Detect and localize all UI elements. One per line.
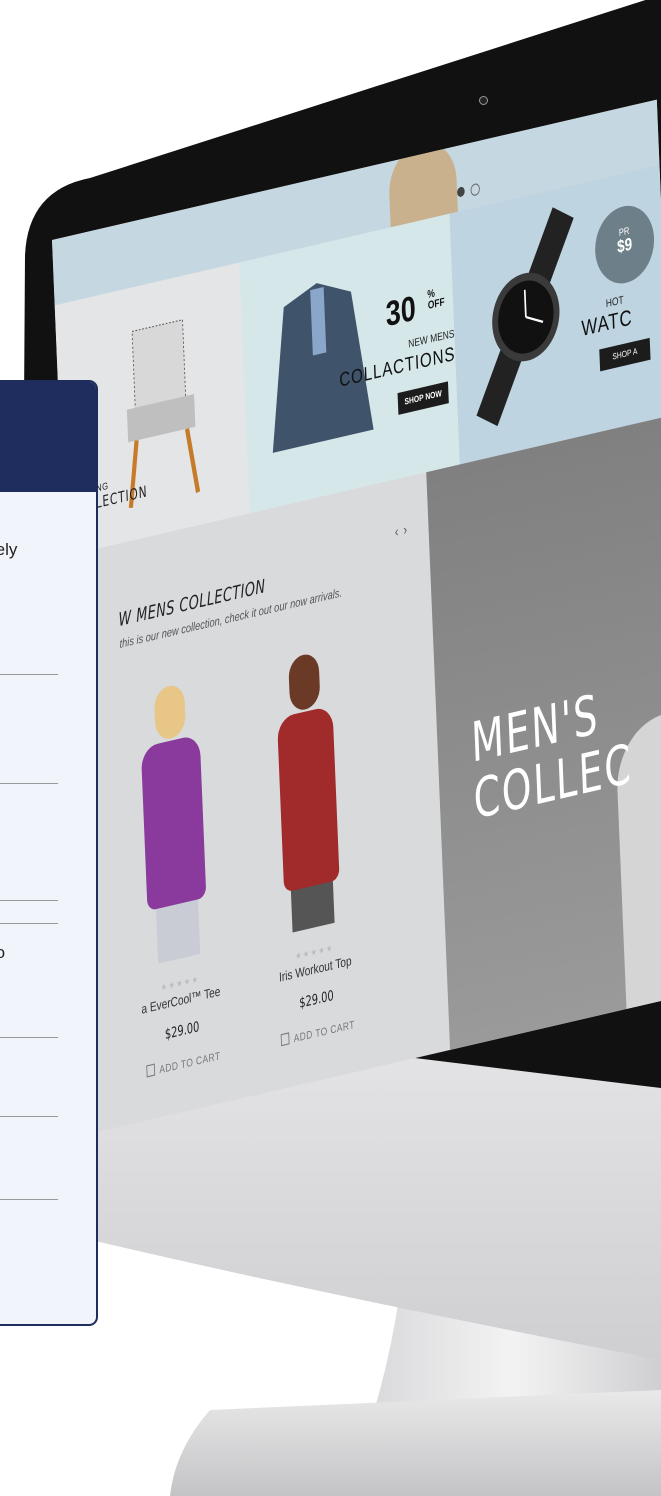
cart-icon (280, 1032, 290, 1047)
promo-percent-off: % OFF (427, 287, 445, 313)
overlay-divider (0, 1116, 58, 1117)
overlay-header (0, 382, 96, 492)
website-screenshot: AMAZING COLLECTION 30 %OFF NEW MENS COLL… (52, 99, 661, 1134)
cart-icon (146, 1063, 156, 1078)
watch-image (476, 207, 574, 427)
overlay-divider (0, 1199, 58, 1200)
overlay-divider (0, 674, 58, 675)
promo-percent: 30 (385, 287, 417, 334)
product-card[interactable]: ★★★★★ Iris Workout Top $29.00 ADD TO CAR… (239, 630, 381, 1055)
product-image[interactable] (121, 665, 225, 970)
product-image[interactable] (256, 633, 360, 938)
product-card[interactable]: ★★★★★ a EverCool™ Tee $29.00 ADD TO CART (105, 661, 247, 1086)
overlay-divider (0, 900, 58, 901)
monitor-screen: AMAZING COLLECTION 30 %OFF NEW MENS COLL… (0, 0, 661, 1496)
overlay-divider (0, 923, 58, 924)
overlay-text-fragment: ro (0, 943, 5, 963)
next-arrow[interactable]: › (403, 520, 412, 538)
overlay-divider (0, 1037, 58, 1038)
webcam (479, 96, 488, 105)
carousel-arrows[interactable]: ‹› (394, 520, 412, 540)
overlay-card: rely n ro n (0, 380, 98, 1326)
overlay-text-fragment: rely (0, 540, 18, 559)
overlay-divider (0, 783, 58, 784)
